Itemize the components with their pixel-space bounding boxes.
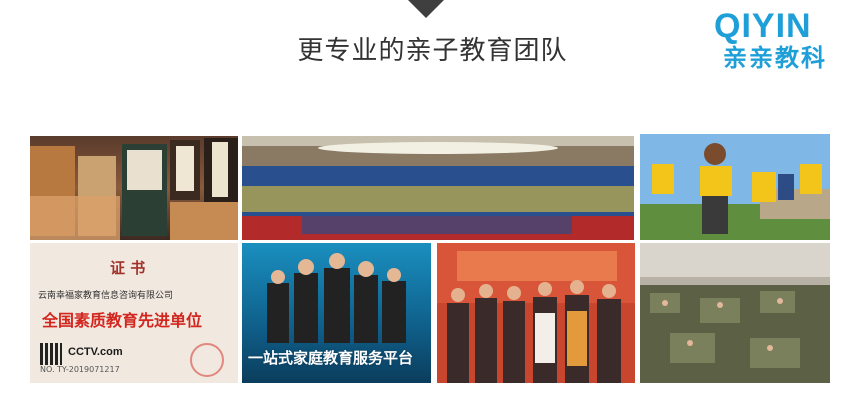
- platform-slogan: 一站式家庭教育服务平台: [248, 349, 414, 367]
- certificate-issuer: CCTV.com: [68, 346, 123, 358]
- photo-camp-crowd: [640, 243, 830, 383]
- photo-platform-poster: 一站式家庭教育服务平台: [242, 243, 431, 383]
- top-notch: [408, 0, 444, 18]
- photo-kids-jumping: [640, 134, 830, 240]
- photo-auditorium-crowd: [242, 136, 634, 240]
- speakers-image: [267, 253, 406, 343]
- qiyin-logo: QIYIN 亲亲教科: [714, 8, 854, 78]
- certificate-org: 云南幸福家教育信息咨询有限公司: [38, 291, 174, 301]
- logo-latin: QIYIN: [714, 7, 812, 45]
- ceremony-image: [437, 243, 635, 383]
- kids-image: [640, 143, 830, 240]
- crowd-image: [242, 136, 634, 240]
- photo-stage-ceremony: [437, 243, 635, 383]
- photo-books: [30, 136, 238, 240]
- logo-chinese: 亲亲教科: [723, 44, 827, 72]
- certificate-heading: 证 书: [110, 259, 146, 277]
- camp-image: [640, 243, 830, 383]
- books-image: [30, 138, 238, 240]
- qr-code: [40, 343, 62, 365]
- certificate-number: NO. TY-2019071217: [40, 365, 120, 374]
- certificate-award: 全国素质教育先进单位: [42, 311, 203, 330]
- photo-certificate: 证 书 云南幸福家教育信息咨询有限公司 全国素质教育先进单位 CCTV.com …: [30, 243, 238, 383]
- certificate-stamp: [190, 343, 224, 377]
